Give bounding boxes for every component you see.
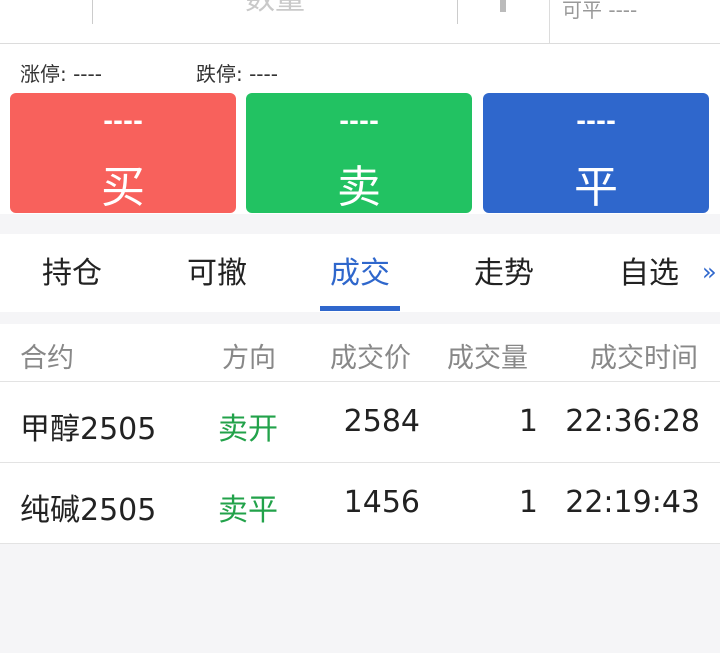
- header-contract: 合约: [20, 343, 74, 374]
- direction-cell: 卖平: [218, 493, 278, 528]
- close-position-button[interactable]: ---- 平: [483, 93, 709, 213]
- quantity-increment-button[interactable]: [500, 0, 506, 12]
- direction-cell: 卖开: [218, 412, 278, 447]
- contract-cell: 纯碱2505: [20, 493, 157, 528]
- contract-cell: 甲醇2505: [20, 412, 157, 447]
- header-time: 成交时间: [590, 343, 698, 374]
- tab-positions[interactable]: 持仓: [7, 248, 137, 292]
- tab-trend[interactable]: 走势: [439, 248, 569, 292]
- header-volume: 成交量: [447, 343, 528, 374]
- closable-label: 可平 ----: [562, 0, 638, 22]
- header-direction: 方向: [222, 343, 276, 374]
- order-input-bar: 数量 可平 ----: [0, 0, 720, 44]
- sell-button[interactable]: ---- 卖: [246, 93, 472, 213]
- buy-label: 买: [101, 162, 145, 213]
- trades-table: 合约 方向 成交价 成交量 成交时间 甲醇2505 卖开 2584 1 22:3…: [0, 324, 720, 544]
- price-limits: 涨停: ---- 跌停: ----: [0, 44, 720, 92]
- limit-down-price: 跌停: ----: [196, 62, 278, 86]
- sell-price: ----: [339, 107, 379, 135]
- quantity-input[interactable]: 数量: [92, 0, 458, 24]
- header-price: 成交价: [330, 343, 411, 374]
- section-divider: [0, 312, 720, 324]
- volume-cell: 1: [518, 404, 538, 439]
- active-tab-indicator: [320, 306, 400, 311]
- limit-up-price: 涨停: ----: [20, 62, 102, 86]
- table-row[interactable]: 纯碱2505 卖平 1456 1 22:19:43: [0, 463, 720, 544]
- closable-quantity: 可平 ----: [549, 0, 720, 43]
- price-cell: 1456: [343, 485, 420, 520]
- tab-watchlist[interactable]: 自选: [584, 248, 714, 292]
- trade-action-buttons: ---- 买 ---- 卖 ---- 平: [0, 92, 720, 214]
- sell-label: 卖: [337, 162, 381, 213]
- tab-trades[interactable]: 成交: [295, 248, 425, 292]
- close-label: 平: [574, 162, 618, 213]
- tab-bar: 持仓 可撤 成交 走势 自选 »: [0, 234, 720, 312]
- time-cell: 22:19:43: [565, 485, 700, 520]
- table-row[interactable]: 甲醇2505 卖开 2584 1 22:36:28: [0, 382, 720, 463]
- section-divider: [0, 214, 720, 234]
- volume-cell: 1: [518, 485, 538, 520]
- table-header: 合约 方向 成交价 成交量 成交时间: [0, 324, 720, 382]
- tab-cancellable[interactable]: 可撤: [152, 248, 282, 292]
- quantity-placeholder: 数量: [93, 0, 457, 18]
- buy-price: ----: [103, 107, 143, 135]
- close-price: ----: [576, 107, 616, 135]
- buy-button[interactable]: ---- 买: [10, 93, 236, 213]
- price-cell: 2584: [343, 404, 420, 439]
- time-cell: 22:36:28: [565, 404, 700, 439]
- double-chevron-right-icon[interactable]: »: [702, 258, 717, 286]
